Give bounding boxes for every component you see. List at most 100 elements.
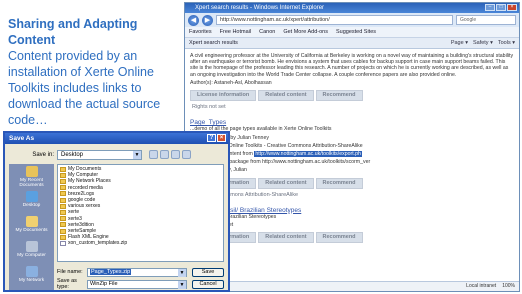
result3-tabs: License information Related content Reco… bbox=[190, 232, 514, 244]
folder-icon bbox=[60, 234, 66, 240]
address-input[interactable]: http://www.nottingham.ac.uk/xpert/attrib… bbox=[216, 15, 453, 25]
file-name: xon_custom_templates.zip bbox=[68, 240, 128, 247]
places-bar: My Recent Documents Desktop My Documents… bbox=[9, 164, 54, 290]
result2-line3: ...from the Xerte Online Toolkits - Crea… bbox=[190, 142, 363, 149]
list-item[interactable]: xon_custom_templates.zip bbox=[60, 240, 221, 246]
up-folder-icon[interactable] bbox=[160, 150, 169, 159]
related-tab[interactable]: Related content bbox=[258, 90, 314, 102]
file-name-input[interactable]: Page_Types.zip ▼ bbox=[87, 267, 187, 277]
save-type-row: Save as type: WinZip File ▼ Cancel bbox=[57, 278, 224, 290]
result-author: Author(s): Astaneh-Asl, Abolhassan bbox=[190, 79, 272, 86]
file-name-value: Page_Types.zip bbox=[90, 268, 132, 275]
cancel-button[interactable]: Cancel bbox=[192, 279, 224, 289]
folder-icon bbox=[60, 216, 66, 222]
dialog-titlebar: Save As ? × bbox=[5, 133, 228, 144]
file-name-label: File name: bbox=[57, 269, 83, 275]
folder-icon bbox=[60, 228, 66, 234]
caption-title: Sharing and Adapting Content bbox=[8, 17, 138, 47]
desktop-icon bbox=[25, 191, 38, 202]
zip-file-icon bbox=[60, 241, 66, 247]
views-icon[interactable] bbox=[182, 150, 191, 159]
save-button[interactable]: Save bbox=[192, 267, 224, 277]
search-input[interactable]: Google bbox=[456, 15, 516, 25]
tab-xpert[interactable]: Xpert search results bbox=[189, 40, 238, 46]
result3-line1: ...dos do Brasil/ Brazilian Stereotypes bbox=[190, 214, 277, 221]
save-as-dialog: Save As ? × Save in: Desktop ▼ My Recent… bbox=[3, 131, 230, 292]
zoom-level[interactable]: 100% bbox=[502, 282, 515, 291]
related-tab-3[interactable]: Related content bbox=[258, 232, 314, 244]
license-tab[interactable]: License information bbox=[190, 90, 257, 102]
favorites-link[interactable]: Favorites bbox=[189, 29, 212, 35]
file-list[interactable]: My Documents My Computer My Network Plac… bbox=[57, 164, 224, 262]
folder-icon bbox=[60, 222, 66, 228]
recommend-tab-2[interactable]: Recommend bbox=[315, 177, 363, 189]
computer-icon bbox=[25, 241, 38, 252]
page-menu[interactable]: Page ▾ bbox=[451, 40, 468, 46]
save-type-label: Save as type: bbox=[57, 278, 77, 290]
result2-author: Author(s): Tenney, Julian bbox=[190, 167, 247, 174]
new-folder-icon[interactable] bbox=[171, 150, 180, 159]
status-bar: Local intranet 100% bbox=[185, 281, 519, 291]
folder-icon bbox=[60, 203, 66, 209]
place-documents[interactable]: My Documents bbox=[9, 214, 54, 239]
save-in-select[interactable]: Desktop ▼ bbox=[57, 149, 142, 160]
rights-text: Rights not set bbox=[192, 104, 226, 111]
folder-icon bbox=[60, 185, 66, 191]
folder-icon bbox=[60, 166, 66, 172]
recent-documents-icon bbox=[25, 166, 38, 177]
place-network[interactable]: My Network bbox=[9, 264, 54, 289]
browser-title: Xpert search results - Windows Internet … bbox=[195, 5, 325, 11]
result2-line5: ...file as a scorm package from http://w… bbox=[190, 159, 371, 166]
page-content: A civil engineering professor at the Uni… bbox=[185, 50, 519, 281]
place-network-label: My Network bbox=[18, 278, 45, 283]
folder-icon bbox=[60, 210, 66, 216]
folder-icon bbox=[60, 179, 66, 184]
result2-line2: ...was developed by Julian Tenney bbox=[190, 134, 269, 141]
result-description: A civil engineering professor at the Uni… bbox=[190, 53, 514, 78]
save-in-row: Save in: Desktop ▼ bbox=[9, 149, 224, 160]
safety-menu[interactable]: Safety ▾ bbox=[473, 40, 493, 46]
place-desktop[interactable]: Desktop bbox=[9, 189, 54, 214]
license2-text: ...Creative Commons Attribution-ShareAli… bbox=[192, 191, 299, 198]
place-computer[interactable]: My Computer bbox=[9, 239, 54, 264]
forward-icon[interactable]: ▶ bbox=[202, 14, 213, 26]
caption-body: Content provided by an installation of X… bbox=[8, 49, 161, 127]
suggested-sites-link[interactable]: Suggested Sites bbox=[336, 29, 376, 35]
recommend-tab-3[interactable]: Recommend bbox=[315, 232, 363, 244]
result2-line4: Download this content from http://www.no… bbox=[190, 151, 514, 158]
download-link[interactable]: http://www.nottingham.ac.uk/toolkits/exp… bbox=[254, 151, 362, 158]
save-type-value: WinZip File bbox=[90, 280, 118, 287]
back-icon[interactable]: ◀ bbox=[188, 14, 199, 26]
addons-link[interactable]: Get More Add-ons bbox=[283, 29, 328, 35]
result3-author: ...): Creator not set bbox=[190, 222, 514, 228]
back-folder-icon[interactable] bbox=[149, 150, 158, 159]
place-recent[interactable]: My Recent Documents bbox=[9, 164, 54, 189]
folder-icon bbox=[60, 197, 66, 203]
help-icon[interactable]: ? bbox=[207, 134, 216, 142]
chevron-down-icon: ▼ bbox=[178, 268, 186, 277]
favorites-bar: Favorites Free Hotmail Canon Get More Ad… bbox=[185, 27, 519, 38]
result2-tabs: License information Related content Reco… bbox=[190, 177, 514, 189]
canon-link[interactable]: Canon bbox=[259, 29, 275, 35]
result2-line1: ...demo of all the page types available … bbox=[190, 126, 332, 133]
dialog-title: Save As bbox=[9, 135, 35, 142]
folder-icon bbox=[60, 172, 66, 178]
tools-menu[interactable]: Tools ▾ bbox=[498, 40, 515, 46]
recommend-tab[interactable]: Recommend bbox=[315, 90, 363, 102]
browser-window: Xpert search results - Windows Internet … bbox=[184, 2, 520, 292]
related-tab-2[interactable]: Related content bbox=[258, 177, 314, 189]
file-name-row: File name: Page_Types.zip ▼ Save bbox=[57, 267, 224, 277]
save-in-label: Save in: bbox=[32, 151, 54, 158]
result-tabs: License information Related content Reco… bbox=[190, 90, 514, 102]
close-icon[interactable]: × bbox=[217, 134, 226, 142]
zone-label: Local intranet bbox=[466, 283, 497, 289]
close-button[interactable]: × bbox=[507, 4, 517, 11]
browser-titlebar: Xpert search results - Windows Internet … bbox=[185, 3, 519, 13]
save-type-select[interactable]: WinZip File ▼ bbox=[87, 279, 187, 289]
folder-icon bbox=[60, 191, 66, 197]
hotmail-link[interactable]: Free Hotmail bbox=[220, 29, 251, 35]
minimize-button[interactable]: – bbox=[485, 4, 495, 11]
maximize-button[interactable]: □ bbox=[496, 4, 506, 11]
slide-caption: Sharing and Adapting Content Content pro… bbox=[8, 16, 183, 128]
place-recent-label: My Recent Documents bbox=[19, 178, 44, 188]
